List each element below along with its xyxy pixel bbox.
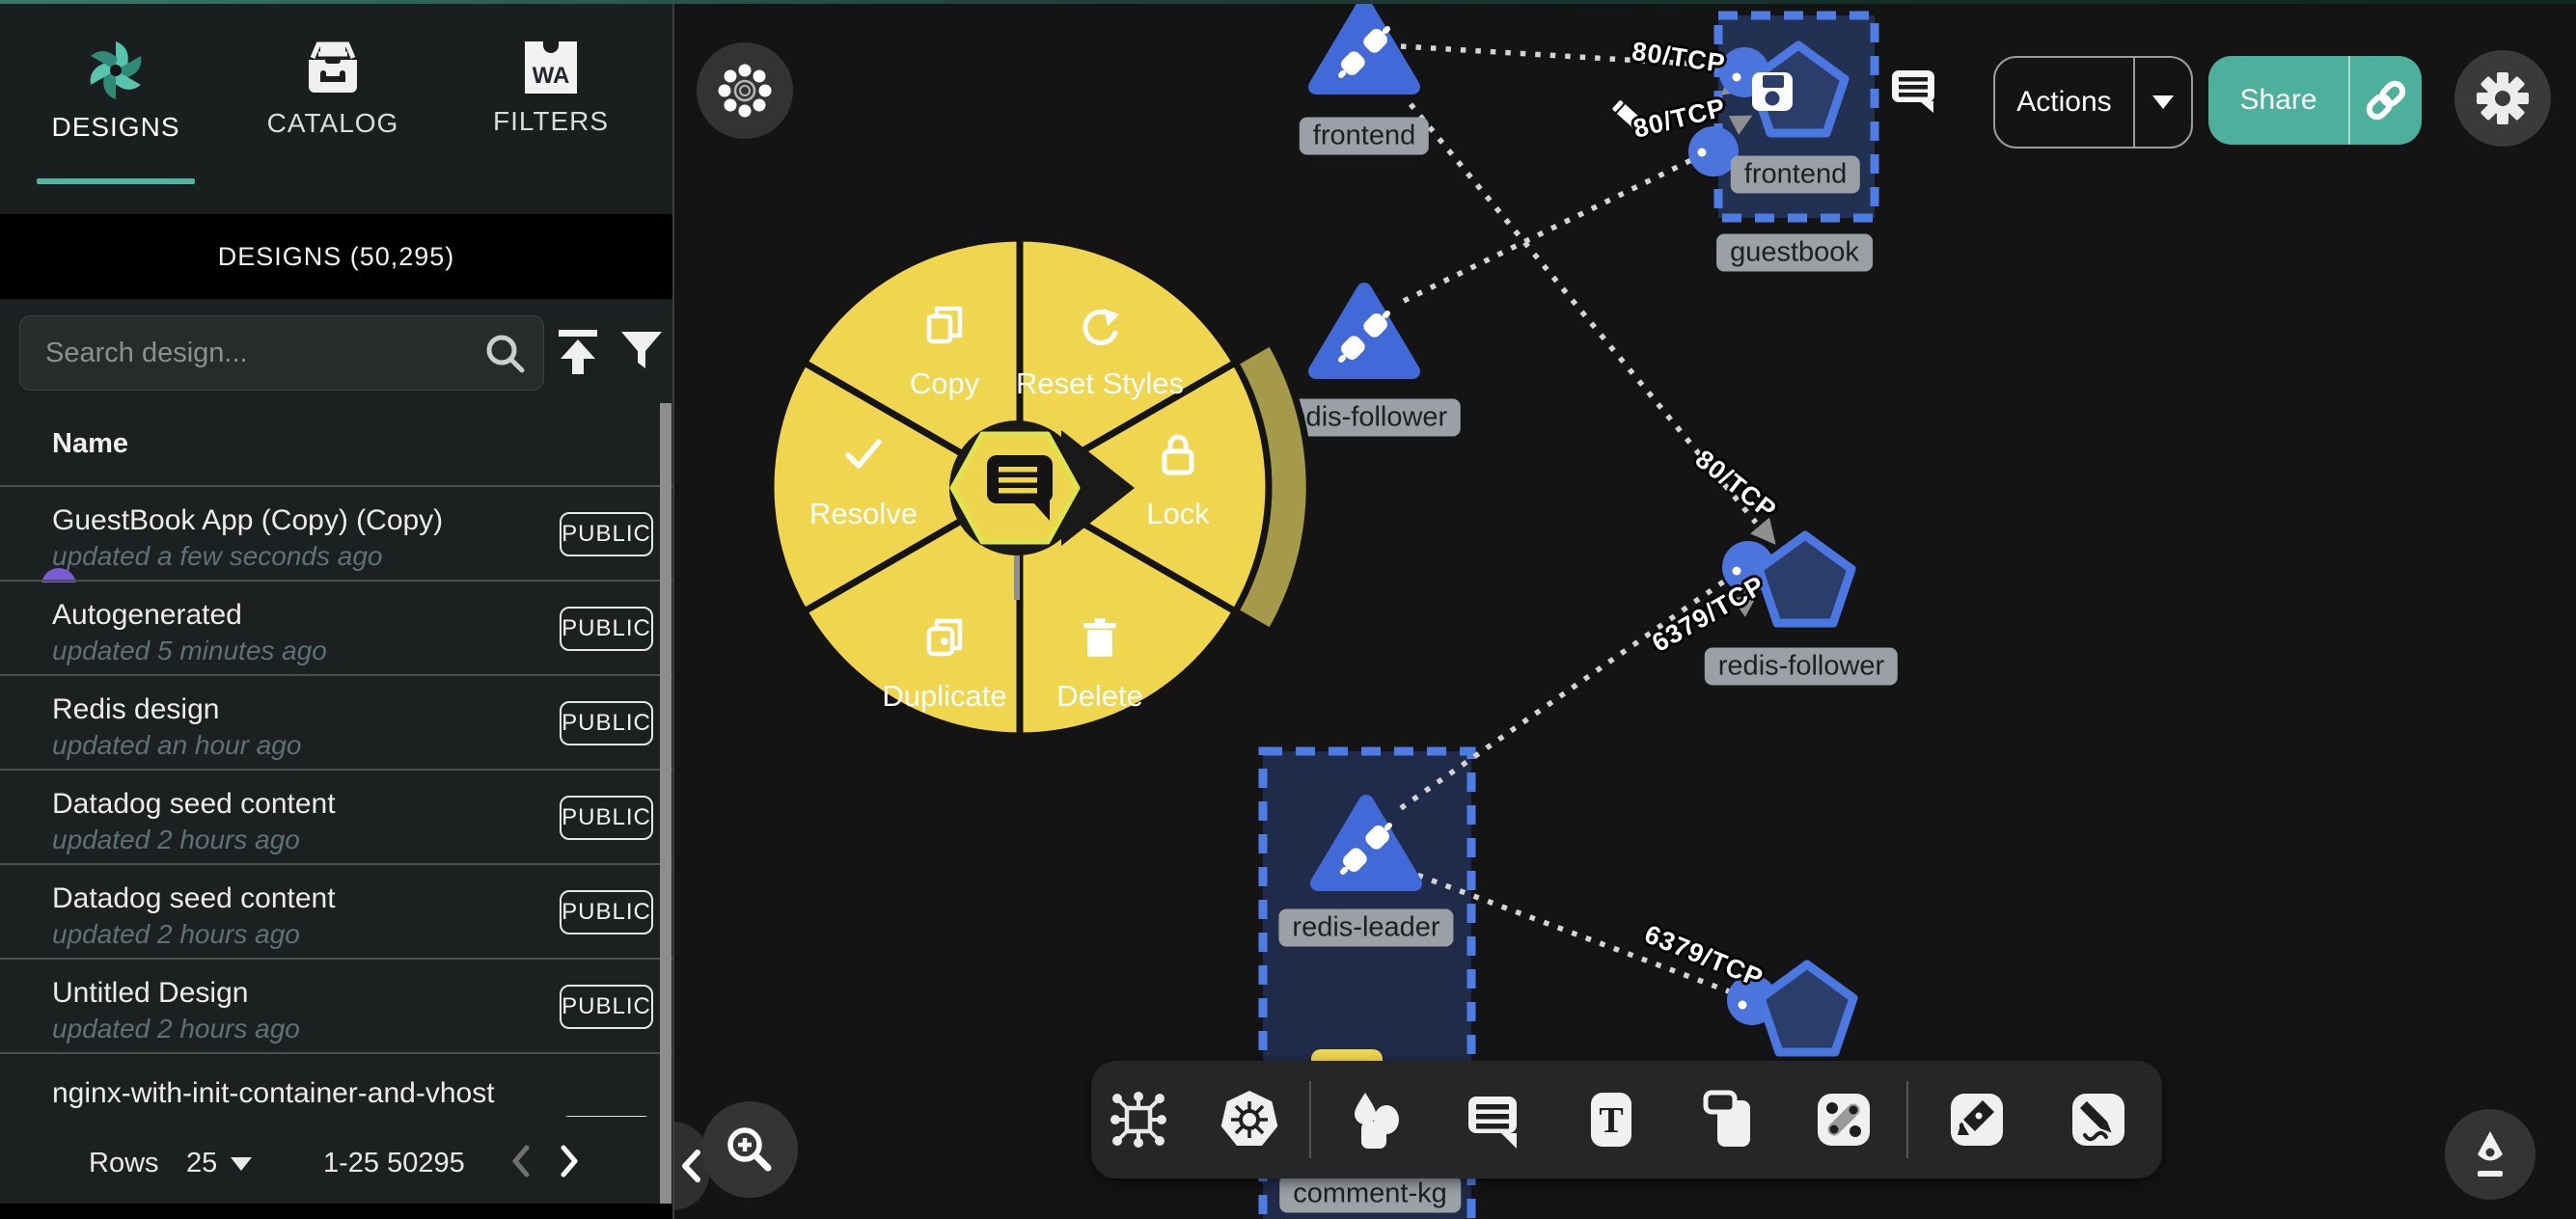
- tab-catalog[interactable]: CATALOG: [246, 23, 420, 206]
- label-guestbook-group: guestbook: [1716, 234, 1873, 272]
- node-frontend-service[interactable]: [1297, 0, 1432, 112]
- tool-text[interactable]: T: [1580, 1089, 1642, 1151]
- tool-freehand-draw[interactable]: [2068, 1089, 2129, 1151]
- svg-text:WA: WA: [533, 63, 570, 89]
- design-updated: updated an hour ago: [52, 730, 301, 761]
- tool-kubernetes[interactable]: [1219, 1089, 1280, 1151]
- caret-down-icon: [2152, 95, 2174, 109]
- edge-redis-follower-to-guestbook[interactable]: [1404, 160, 1691, 301]
- design-title: nginx-with-init-container-and-vhost: [52, 1077, 495, 1110]
- rows-per-page-caret-icon: [231, 1157, 252, 1171]
- design-row[interactable]: GuestBook App (Copy) (Copy) updated a fe…: [0, 485, 672, 582]
- sidebar-tabbar: DESIGNS CATALOG: [0, 0, 672, 214]
- previous-page-icon[interactable]: [506, 1140, 538, 1182]
- column-header-name: Name: [52, 428, 128, 460]
- tool-pen-arrow[interactable]: [1946, 1089, 2008, 1151]
- design-row[interactable]: Redis design updated an hour ago PUBLIC: [0, 674, 672, 772]
- actions-label: Actions: [1995, 86, 2133, 119]
- meshsync-status-button[interactable]: [697, 42, 793, 139]
- toolbar-divider: [1906, 1081, 1908, 1158]
- search-design-input[interactable]: [43, 316, 472, 390]
- design-title: Redis design: [52, 693, 219, 726]
- rows-per-page-select[interactable]: 25: [186, 1148, 252, 1179]
- save-icon: [1751, 71, 1794, 112]
- kanvas-app: DESIGNS CATALOG: [0, 0, 2576, 1219]
- search-icon: [483, 332, 528, 376]
- design-title: Datadog seed content: [52, 882, 336, 915]
- share-label: Share: [2208, 84, 2348, 117]
- list-scrollbar[interactable]: [660, 403, 671, 1204]
- design-title: Untitled Design: [52, 977, 248, 1010]
- toolbar-divider: [1309, 1081, 1311, 1158]
- designs-sidebar: DESIGNS CATALOG: [0, 0, 674, 1219]
- wasm-filter-icon: WA: [520, 37, 582, 98]
- catalog-drawer-icon: [299, 37, 367, 100]
- actions-button[interactable]: Actions: [1993, 56, 2193, 149]
- tool-shapes[interactable]: [1344, 1089, 1406, 1151]
- upload-design-icon[interactable]: [555, 328, 601, 376]
- design-list: GuestBook App (Copy) (Copy) updated a fe…: [0, 485, 672, 1117]
- designs-count-header: DESIGNS (50,295): [0, 214, 672, 299]
- meshery-logo-icon: [82, 37, 150, 104]
- comment-indicator-icon[interactable]: [1891, 69, 1937, 114]
- design-title: Datadog seed content: [52, 788, 336, 821]
- chevron-left-icon: [678, 1147, 703, 1185]
- label-guestbook-pod: frontend: [1731, 156, 1860, 194]
- pagination-range: 1-25 50295: [323, 1148, 465, 1179]
- visibility-badge: PUBLIC: [560, 985, 653, 1029]
- visibility-badge: PUBLIC: [560, 1116, 653, 1117]
- design-updated: updated 2 hours ago: [52, 919, 300, 950]
- design-row[interactable]: Autogenerated updated 5 minutes ago PUBL…: [0, 580, 672, 677]
- active-tab-underline: [37, 178, 195, 184]
- design-row[interactable]: Datadog seed content updated 2 hours ago…: [0, 769, 672, 866]
- visibility-badge: PUBLIC: [560, 512, 653, 556]
- actions-dropdown[interactable]: [2135, 95, 2191, 109]
- design-updated: updated 5 minutes ago: [52, 636, 327, 666]
- design-updated: updated a few seconds ago: [52, 541, 382, 572]
- pagination-bar: Rows 25 1-25 50295: [0, 1126, 672, 1204]
- tab-filters[interactable]: WA FILTERS: [464, 23, 638, 206]
- link-icon: [2364, 78, 2408, 122]
- design-title: Autogenerated: [52, 599, 242, 632]
- search-design-box: [19, 315, 544, 391]
- rows-label: Rows: [89, 1148, 159, 1179]
- tool-component-graph[interactable]: [1108, 1089, 1169, 1151]
- tab-designs-label: DESIGNS: [51, 112, 179, 142]
- visibility-badge: PUBLIC: [560, 607, 653, 651]
- design-updated: updated 2 hours ago: [52, 1014, 300, 1044]
- design-row[interactable]: Untitled Design updated 2 hours ago PUBL…: [0, 958, 672, 1055]
- zoom-in-button[interactable]: [701, 1101, 798, 1198]
- visibility-badge: PUBLIC: [560, 701, 653, 745]
- svg-text:T: T: [1599, 1100, 1623, 1141]
- label-comment-kg: comment-kg: [1279, 1176, 1461, 1213]
- radial-context-menu: [695, 145, 1370, 820]
- next-page-icon[interactable]: [552, 1140, 585, 1182]
- tool-link-edge[interactable]: [1813, 1089, 1875, 1151]
- settings-button[interactable]: [2454, 50, 2551, 147]
- sidebar-bottom-strip: [0, 1204, 672, 1219]
- tool-media[interactable]: [1698, 1089, 1760, 1151]
- tool-comment[interactable]: [1463, 1089, 1524, 1151]
- zoom-in-icon: [723, 1123, 777, 1177]
- design-row[interactable]: nginx-with-init-container-and-vhost PUBL…: [0, 1052, 672, 1117]
- design-title: GuestBook App (Copy) (Copy): [52, 504, 443, 537]
- label-redis-follower-pod: redis-follower: [1705, 648, 1898, 686]
- design-row[interactable]: Datadog seed content updated 2 hours ago…: [0, 863, 672, 961]
- filter-funnel-icon[interactable]: [619, 330, 664, 374]
- canvas-toolbar: T: [1091, 1061, 2162, 1178]
- tab-filters-label: FILTERS: [493, 106, 609, 136]
- copy-link-button[interactable]: [2350, 78, 2422, 122]
- gear-icon: [2475, 70, 2531, 126]
- label-redis-leader-service: redis-leader: [1278, 909, 1453, 947]
- pen-tool-button[interactable]: [2445, 1109, 2535, 1200]
- design-updated: updated 2 hours ago: [52, 825, 300, 855]
- visibility-badge: PUBLIC: [560, 796, 653, 840]
- tab-designs[interactable]: DESIGNS: [29, 23, 203, 206]
- visibility-badge: PUBLIC: [560, 890, 653, 935]
- tab-catalog-label: CATALOG: [267, 108, 399, 138]
- share-button[interactable]: Share: [2208, 56, 2422, 145]
- meshsync-snowflake-icon: [716, 62, 774, 120]
- pen-nib-icon: [2463, 1127, 2517, 1181]
